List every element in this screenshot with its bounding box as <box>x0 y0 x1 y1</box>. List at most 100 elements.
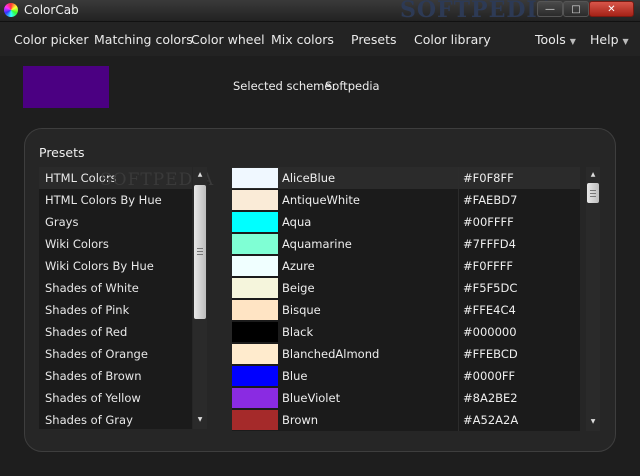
color-hex: #0000FF <box>463 369 516 383</box>
column-divider <box>458 409 459 431</box>
color-row[interactable]: Bisque #FFE4C4 <box>232 299 580 321</box>
menu-mix-colors[interactable]: Mix colors <box>271 32 334 47</box>
color-row[interactable]: Azure #F0FFFF <box>232 255 580 277</box>
color-row[interactable]: AntiqueWhite #FAEBD7 <box>232 189 580 211</box>
color-name: BlueViolet <box>282 391 341 405</box>
preset-list-item[interactable]: Wiki Colors By Hue <box>39 255 192 277</box>
color-hex: #A52A2A <box>463 413 519 427</box>
color-hex: #000000 <box>463 325 517 339</box>
color-name: Brown <box>282 413 319 427</box>
color-name: AliceBlue <box>282 171 336 185</box>
selected-color-swatch[interactable] <box>23 66 109 108</box>
color-row[interactable]: AliceBlue #F0F8FF <box>232 167 580 189</box>
menu-color-wheel[interactable]: Color wheel <box>191 32 265 47</box>
color-row[interactable]: Beige #F5F5DC <box>232 277 580 299</box>
column-divider <box>458 321 459 343</box>
minimize-button[interactable]: — <box>537 1 563 17</box>
preset-list-item[interactable]: Shades of Brown <box>39 365 192 387</box>
preset-list-scrollbar[interactable]: ▲ ▼ <box>193 167 207 429</box>
color-hex: #F0F8FF <box>463 171 514 185</box>
preset-list-item[interactable]: Shades of Yellow <box>39 387 192 409</box>
menu-help[interactable]: Help ▼ <box>590 32 629 47</box>
color-hex: #FAEBD7 <box>463 193 518 207</box>
color-name: Aquamarine <box>282 237 352 251</box>
color-hex: #8A2BE2 <box>463 391 518 405</box>
preset-list-item[interactable]: Shades of Orange <box>39 343 192 365</box>
maximize-button[interactable]: □ <box>563 1 589 17</box>
color-row[interactable]: Aquamarine #7FFFD4 <box>232 233 580 255</box>
preset-list-item[interactable]: HTML Colors By Hue <box>39 189 192 211</box>
color-hex: #F0FFFF <box>463 259 514 273</box>
grip-line <box>197 248 203 249</box>
column-divider <box>458 211 459 233</box>
color-row[interactable]: Blue #0000FF <box>232 365 580 387</box>
color-swatch <box>232 300 278 320</box>
color-swatch <box>232 234 278 254</box>
column-divider <box>458 387 459 409</box>
title-bar: ColorCab SOFTPEDIA — □ ✕ <box>0 0 640 23</box>
color-row[interactable]: Aqua #00FFFF <box>232 211 580 233</box>
column-divider <box>458 167 459 189</box>
down-arrow-icon[interactable]: ▼ <box>586 416 600 428</box>
grip-line <box>197 254 203 255</box>
color-row[interactable]: BlanchedAlmond #FFEBCD <box>232 343 580 365</box>
color-name: BlanchedAlmond <box>282 347 380 361</box>
color-swatch <box>232 410 278 430</box>
chevron-down-icon: ▼ <box>622 37 629 46</box>
menu-matching-colors[interactable]: Matching colors <box>94 32 193 47</box>
window-title: ColorCab <box>24 3 79 17</box>
preset-list-item[interactable]: Shades of White <box>39 277 192 299</box>
preset-list-item[interactable]: Grays <box>39 211 192 233</box>
scrollbar-thumb[interactable] <box>587 183 599 203</box>
preset-list-item[interactable]: Shades of Red <box>39 321 192 343</box>
up-arrow-icon[interactable]: ▲ <box>586 169 600 181</box>
color-hex: #7FFFD4 <box>463 237 516 251</box>
color-table[interactable]: AliceBlue #F0F8FF AntiqueWhite #FAEBD7 Aqua #… <box>232 167 580 431</box>
scrollbar-thumb[interactable] <box>194 185 206 319</box>
color-name: Bisque <box>282 303 321 317</box>
chevron-down-icon: ▼ <box>569 37 576 46</box>
selected-scheme-value: Softpedia <box>325 79 380 93</box>
color-row[interactable]: Black #000000 <box>232 321 580 343</box>
selected-scheme-label: Selected scheme: <box>233 79 336 93</box>
preset-list-item[interactable]: Shades of Gray <box>39 409 192 429</box>
column-divider <box>458 365 459 387</box>
column-divider <box>458 233 459 255</box>
color-swatch <box>232 388 278 408</box>
color-table-scrollbar[interactable]: ▲ ▼ <box>586 167 600 431</box>
menu-bar: Color picker Matching colors Color wheel… <box>0 22 640 56</box>
color-swatch <box>232 168 278 188</box>
column-divider <box>458 255 459 277</box>
menu-presets[interactable]: Presets <box>351 32 397 47</box>
preset-list-item[interactable]: Shades of Pink <box>39 299 192 321</box>
menu-tools-label: Tools <box>535 32 566 47</box>
menu-color-picker[interactable]: Color picker <box>14 32 89 47</box>
color-hex: #00FFFF <box>463 215 514 229</box>
color-name: Azure <box>282 259 315 273</box>
color-swatch <box>232 366 278 386</box>
up-arrow-icon[interactable]: ▲ <box>193 169 207 181</box>
color-row[interactable]: Brown #A52A2A <box>232 409 580 431</box>
color-swatch <box>232 190 278 210</box>
color-name: Beige <box>282 281 315 295</box>
color-swatch <box>232 344 278 364</box>
grip-line <box>590 196 596 197</box>
color-name: AntiqueWhite <box>282 193 360 207</box>
color-swatch <box>232 322 278 342</box>
color-row[interactable]: BlueViolet #8A2BE2 <box>232 387 580 409</box>
grip-line <box>197 251 203 252</box>
color-name: Black <box>282 325 314 339</box>
menu-tools[interactable]: Tools ▼ <box>535 32 576 47</box>
preset-list[interactable]: HTML Colors HTML Colors By Hue Grays Wiki C… <box>39 167 192 429</box>
colorcab-app-icon <box>4 3 18 17</box>
menu-help-label: Help <box>590 32 619 47</box>
menu-color-library[interactable]: Color library <box>414 32 491 47</box>
grip-line <box>590 193 596 194</box>
close-button[interactable]: ✕ <box>589 1 634 17</box>
column-divider <box>458 277 459 299</box>
color-swatch <box>232 278 278 298</box>
color-name: Blue <box>282 369 308 383</box>
down-arrow-icon[interactable]: ▼ <box>193 414 207 426</box>
color-hex: #FFEBCD <box>463 347 518 361</box>
preset-list-item[interactable]: Wiki Colors <box>39 233 192 255</box>
